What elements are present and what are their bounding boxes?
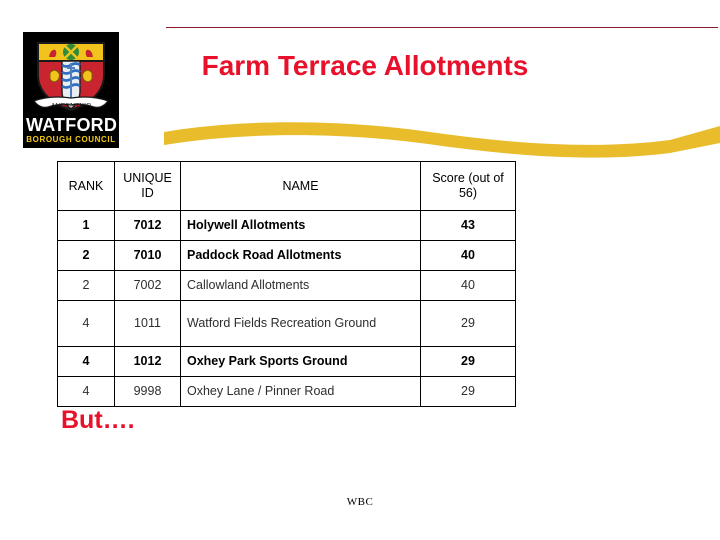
cell-name: Oxhey Lane / Pinner Road	[180, 376, 421, 407]
cell-name: Paddock Road Allotments	[180, 240, 421, 271]
cell-unique-id: 7002	[114, 270, 181, 301]
table-row: 2 7010 Paddock Road Allotments 40	[57, 240, 516, 271]
cell-score: 29	[420, 376, 516, 407]
cell-score: 40	[420, 270, 516, 301]
allotment-ranking-table: RANK UNIQUE ID NAME Score (out of 56) 17…	[57, 161, 516, 407]
coat-of-arms-icon: AUDENTIOR	[26, 35, 116, 115]
cell-rank: 2	[57, 240, 115, 271]
header-divider-rule	[166, 27, 718, 28]
cell-unique-id: 7010	[114, 240, 181, 271]
cell-score: 29	[420, 346, 516, 377]
cell-rank: 4	[57, 346, 115, 377]
table-body: 1 7012 Holywell Allotments 43 2 7010 Paddock R…	[57, 210, 516, 407]
gold-swoosh-decoration	[164, 122, 720, 158]
slide-canvas: AUDENTIOR WATFORD BOROUGH COUNCIL Farm T…	[0, 0, 720, 540]
column-header-name: NAME	[180, 161, 421, 211]
cell-name: Callowland Allotments	[180, 270, 421, 301]
cell-unique-id: 1011	[114, 300, 181, 347]
cell-unique-id: 1012	[114, 346, 181, 377]
cell-score: 40	[420, 240, 516, 271]
cell-score: 43	[420, 210, 516, 241]
cell-rank: 4	[57, 300, 115, 347]
callout-text: But….	[61, 406, 135, 434]
cell-score: 29	[420, 300, 516, 347]
table-row: 4 1012 Oxhey Park Sports Ground 29	[57, 346, 516, 377]
motto-text: AUDENTIOR	[51, 102, 92, 110]
cell-unique-id: 9998	[114, 376, 181, 407]
cell-name: Watford Fields Recreation Ground	[180, 300, 421, 347]
logo-name: WATFORD	[26, 115, 118, 135]
cell-name: Oxhey Park Sports Ground	[180, 346, 421, 377]
column-header-rank: RANK	[57, 161, 115, 211]
table-row: 1 7012 Holywell Allotments 43	[57, 210, 516, 241]
cell-unique-id: 7012	[114, 210, 181, 241]
page-title: Farm Terrace Allotments	[201, 50, 529, 81]
cell-rank: 4	[57, 376, 115, 407]
slide-footer: WBC	[346, 496, 374, 508]
table-header-row: RANK UNIQUE ID NAME Score (out of 56)	[57, 161, 516, 211]
watford-borough-council-logo: AUDENTIOR WATFORD BOROUGH COUNCIL	[23, 32, 119, 148]
cell-name: Holywell Allotments	[180, 210, 421, 241]
column-header-unique-id: UNIQUE ID	[114, 161, 181, 211]
logo-subtitle: BOROUGH COUNCIL	[26, 135, 116, 144]
table-row: 4 1011 Watford Fields Recreation Ground 29	[57, 300, 516, 347]
table-row: 4 9998 Oxhey Lane / Pinner Road 29	[57, 376, 516, 407]
table-row: 2 7002 Callowland Allotments 40	[57, 270, 516, 301]
cell-rank: 1	[57, 210, 115, 241]
cell-rank: 2	[57, 270, 115, 301]
column-header-score: Score (out of 56)	[420, 161, 516, 211]
